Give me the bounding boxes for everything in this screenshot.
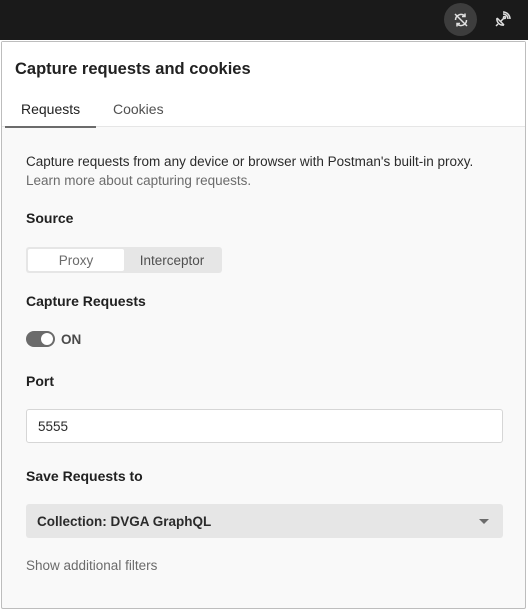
capture-panel: Capture requests and cookies Requests Co…	[1, 41, 526, 609]
capture-requests-toggle[interactable]	[26, 331, 55, 347]
save-requests-dropdown[interactable]: Collection: DVGA GraphQL	[26, 504, 503, 538]
source-label: Source	[26, 210, 74, 226]
toggle-state-label: ON	[61, 331, 82, 347]
save-requests-label: Save Requests to	[26, 468, 143, 484]
tab-bar: Requests Cookies	[2, 97, 525, 128]
source-option-interceptor[interactable]: Interceptor	[124, 249, 220, 271]
description-text: Capture requests from any device or brow…	[26, 154, 474, 169]
toggle-knob	[41, 333, 53, 345]
port-input[interactable]: 5555	[26, 409, 503, 443]
top-toolbar	[0, 0, 528, 40]
show-filters-link[interactable]: Show additional filters	[26, 558, 157, 573]
sync-off-button[interactable]	[444, 3, 477, 36]
tab-requests[interactable]: Requests	[5, 97, 96, 128]
panel-title: Capture requests and cookies	[15, 60, 251, 78]
sync-off-icon	[452, 11, 470, 29]
source-selector: Proxy Interceptor	[26, 247, 222, 273]
chevron-down-icon	[479, 518, 489, 524]
satellite-dish-icon	[493, 10, 511, 29]
source-option-proxy[interactable]: Proxy	[28, 249, 124, 271]
requests-tab-content: Capture requests from any device or brow…	[2, 128, 525, 575]
capture-requests-label: Capture Requests	[26, 293, 146, 309]
capture-toggle-row: ON	[26, 331, 502, 347]
port-value: 5555	[38, 418, 69, 434]
panel-header: Capture requests and cookies	[2, 42, 525, 97]
capture-requests-button[interactable]	[485, 3, 518, 36]
save-requests-value: Collection: DVGA GraphQL	[37, 513, 212, 529]
port-label: Port	[26, 373, 54, 389]
description: Capture requests from any device or brow…	[26, 152, 486, 190]
tab-cookies[interactable]: Cookies	[97, 97, 180, 127]
learn-more-link[interactable]: Learn more about capturing requests.	[26, 173, 251, 188]
